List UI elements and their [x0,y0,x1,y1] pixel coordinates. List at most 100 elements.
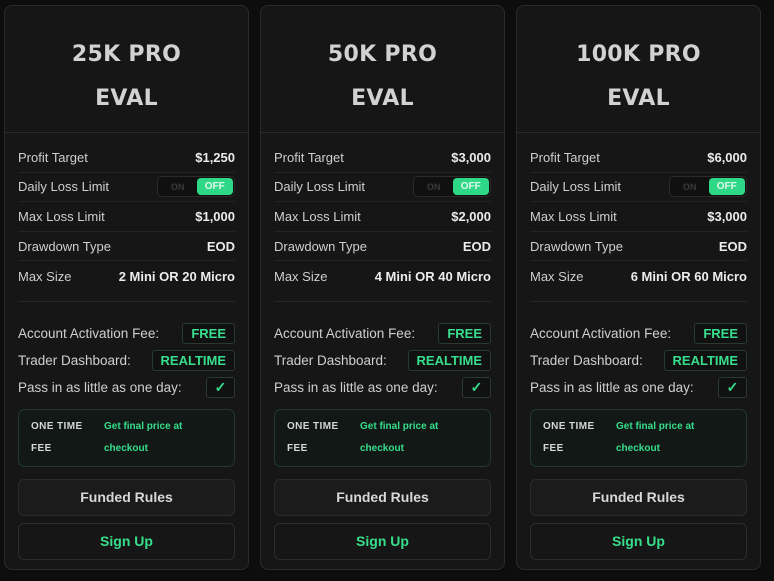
feature-list: Account Activation Fee: FREE Trader Dash… [5,302,248,401]
spec-value: EOD [718,238,747,254]
funded-rules-button[interactable]: Funded Rules [18,478,235,516]
feature-label: Account Activation Fee: [274,325,416,341]
spec-row-profit-target: Profit Target $1,250 [18,143,235,173]
feature-label: Trader Dashboard: [274,352,387,368]
spec-row-max-size: Max Size 6 Mini OR 60 Micro [530,261,747,291]
pricing-cards: 25K PRO EVAL Profit Target $1,250 Daily … [0,0,774,581]
sign-up-button[interactable]: Sign Up [530,522,747,560]
spec-label: Daily Loss Limit [18,179,110,195]
spec-row-max-loss: Max Loss Limit $2,000 [274,202,491,232]
funded-rules-button[interactable]: Funded Rules [274,478,491,516]
card-header: 25K PRO EVAL [5,6,248,133]
check-icon: ✓ [206,376,235,398]
toggle-on-label: ON [683,181,697,192]
fee-label: ONE TIME FEE [543,420,595,454]
spec-value: $2,000 [451,208,491,224]
spec-label: Drawdown Type [18,238,111,254]
daily-loss-toggle[interactable]: ON OFF [413,176,491,198]
spec-row-daily-loss: Daily Loss Limit ON OFF [18,173,235,203]
fee-value: Get final price at checkout [616,420,695,454]
feature-row-activation: Account Activation Fee: FREE [274,320,491,347]
feature-badge: FREE [182,322,235,344]
card-header: 50K PRO EVAL [261,6,504,133]
fee-box: ONE TIME FEE Get final price at checkout [18,408,235,467]
spec-row-max-loss: Max Loss Limit $3,000 [530,202,747,232]
feature-label: Pass in as little as one day: [18,379,182,395]
spec-row-drawdown: Drawdown Type EOD [530,232,747,262]
fee-label: ONE TIME FEE [31,420,83,454]
feature-row-dashboard: Trader Dashboard: REALTIME [274,347,491,374]
feature-list: Account Activation Fee: FREE Trader Dash… [517,302,760,401]
toggle-off-label: OFF [452,178,489,196]
spec-value: $6,000 [707,149,747,165]
spec-value: 6 Mini OR 60 Micro [630,268,747,284]
spec-value: EOD [206,238,235,254]
spec-row-max-size: Max Size 2 Mini OR 20 Micro [18,261,235,291]
spec-label: Profit Target [18,149,88,165]
spec-label: Drawdown Type [274,238,367,254]
feature-row-pass: Pass in as little as one day: ✓ [274,374,491,401]
spec-label: Drawdown Type [530,238,623,254]
spec-label: Max Loss Limit [274,208,361,224]
feature-label: Trader Dashboard: [530,352,643,368]
fee-value: Get final price at checkout [104,420,183,454]
plan-title: 50K PRO EVAL [327,42,438,111]
spec-label: Daily Loss Limit [530,179,622,195]
spec-row-max-loss: Max Loss Limit $1,000 [18,202,235,232]
card-header: 100K PRO EVAL [517,6,760,133]
spec-value: 2 Mini OR 20 Micro [118,268,235,284]
feature-row-activation: Account Activation Fee: FREE [18,320,235,347]
feature-badge: FREE [438,322,491,344]
daily-loss-toggle[interactable]: ON OFF [157,176,235,198]
sign-up-button[interactable]: Sign Up [274,522,491,560]
plan-title: 100K PRO EVAL [576,42,701,111]
feature-label: Trader Dashboard: [18,352,131,368]
feature-label: Pass in as little as one day: [530,379,694,395]
spec-list: Profit Target $3,000 Daily Loss Limit ON… [261,133,504,291]
spec-row-profit-target: Profit Target $6,000 [530,143,747,173]
spec-value: 4 Mini OR 40 Micro [374,268,491,284]
check-icon: ✓ [462,376,491,398]
feature-label: Account Activation Fee: [18,325,160,341]
feature-badge: FREE [694,322,747,344]
plan-card-25k: 25K PRO EVAL Profit Target $1,250 Daily … [4,5,249,570]
spec-row-drawdown: Drawdown Type EOD [274,232,491,262]
spec-list: Profit Target $1,250 Daily Loss Limit ON… [5,133,248,291]
spec-label: Max Size [530,268,584,284]
spec-row-drawdown: Drawdown Type EOD [18,232,235,262]
spec-row-profit-target: Profit Target $3,000 [274,143,491,173]
spec-list: Profit Target $6,000 Daily Loss Limit ON… [517,133,760,291]
spec-label: Profit Target [530,149,600,165]
spec-label: Daily Loss Limit [274,179,366,195]
feature-badge: REALTIME [407,349,491,371]
feature-row-pass: Pass in as little as one day: ✓ [18,374,235,401]
toggle-off-label: OFF [196,178,233,196]
feature-list: Account Activation Fee: FREE Trader Dash… [261,302,504,401]
feature-row-dashboard: Trader Dashboard: REALTIME [18,347,235,374]
spec-label: Profit Target [274,149,344,165]
spec-label: Max Loss Limit [18,208,105,224]
funded-rules-button[interactable]: Funded Rules [530,478,747,516]
toggle-on-label: ON [171,181,185,192]
fee-box: ONE TIME FEE Get final price at checkout [274,408,491,467]
fee-value: Get final price at checkout [360,420,439,454]
spec-label: Max Size [18,268,72,284]
feature-label: Account Activation Fee: [530,325,672,341]
fee-label: ONE TIME FEE [287,420,339,454]
feature-badge: REALTIME [151,349,235,371]
spec-value: $3,000 [707,208,747,224]
daily-loss-toggle[interactable]: ON OFF [669,176,747,198]
spec-row-daily-loss: Daily Loss Limit ON OFF [530,173,747,203]
fee-box: ONE TIME FEE Get final price at checkout [530,408,747,467]
sign-up-button[interactable]: Sign Up [18,522,235,560]
spec-value: $3,000 [451,149,491,165]
toggle-off-label: OFF [708,178,745,196]
spec-row-daily-loss: Daily Loss Limit ON OFF [274,173,491,203]
plan-title: 25K PRO EVAL [71,42,182,111]
feature-row-pass: Pass in as little as one day: ✓ [530,374,747,401]
spec-label: Max Loss Limit [530,208,617,224]
feature-row-dashboard: Trader Dashboard: REALTIME [530,347,747,374]
plan-card-50k: 50K PRO EVAL Profit Target $3,000 Daily … [260,5,505,570]
toggle-on-label: ON [427,181,441,192]
spec-value: $1,000 [195,208,235,224]
